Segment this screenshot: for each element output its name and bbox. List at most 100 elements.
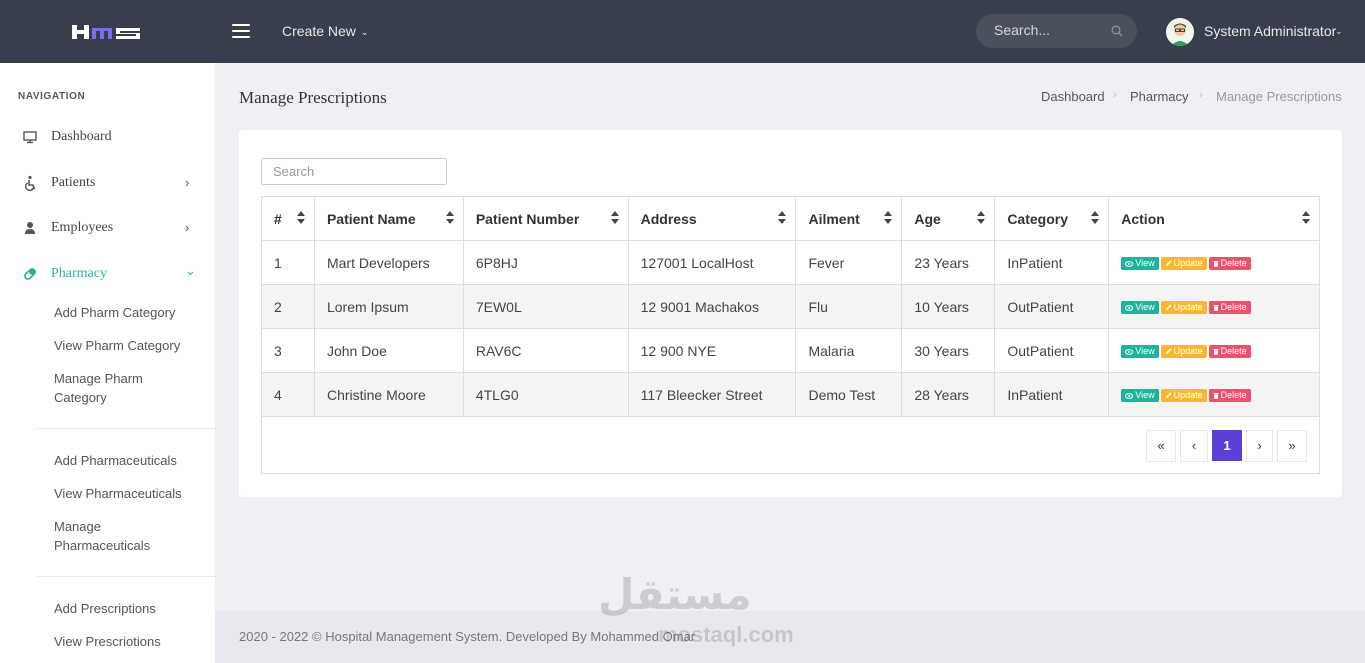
cell-address: 12 900 NYE	[627, 328, 797, 373]
hms-logo[interactable]	[70, 22, 144, 42]
monitor-icon	[23, 131, 37, 144]
cell-address: 127001 LocalHost	[627, 240, 797, 285]
update-button[interactable]: Update	[1160, 345, 1207, 359]
pagination-prev[interactable]: ‹	[1180, 430, 1208, 462]
chevron-down-icon: ⌄	[185, 263, 196, 278]
divider	[36, 428, 215, 429]
trash-icon	[1213, 258, 1221, 268]
nav-heading: NAVIGATION	[18, 91, 86, 102]
update-button[interactable]: Update	[1160, 301, 1207, 315]
footer: 2020 - 2022 © Hospital Management System…	[215, 611, 1365, 663]
prescriptions-table: # Patient Name Patient Number Address Ai…	[261, 196, 1320, 417]
cell-patient-number: 6P8HJ	[462, 240, 629, 285]
table-row: 3 John Doe RAV6C 12 900 NYE Malaria 30 Years O…	[261, 328, 1320, 373]
footer-text: 2020 - 2022 © Hospital Management System…	[239, 629, 696, 644]
trash-icon	[1213, 302, 1221, 312]
column-header-category[interactable]: Category	[994, 196, 1110, 241]
cell-action: View Update Delete	[1108, 284, 1320, 329]
column-header-ailment[interactable]: Ailment	[795, 196, 903, 241]
trash-icon	[1213, 346, 1221, 356]
delete-button[interactable]: Delete	[1208, 389, 1251, 403]
eye-icon	[1125, 346, 1135, 356]
cell-patient-name: John Doe	[313, 328, 464, 373]
sidebar-sub-add-prescriptions[interactable]: Add Prescriptions	[54, 599, 204, 618]
chevron-down-icon: ⌄	[1335, 26, 1343, 36]
sort-icon	[1302, 211, 1310, 225]
sidebar-sub-add-pharmaceuticals[interactable]: Add Pharmaceuticals	[54, 451, 204, 470]
cell-category: OutPatient	[994, 328, 1110, 373]
update-label: Update	[1173, 302, 1203, 313]
column-header-address[interactable]: Address	[627, 196, 797, 241]
sort-icon	[445, 211, 454, 225]
pagination-next[interactable]: ›	[1246, 430, 1273, 462]
cell-patient-name: Mart Developers	[313, 240, 464, 285]
search-icon[interactable]	[1111, 25, 1123, 37]
table-row: 1 Mart Developers 6P8HJ 127001 LocalHost Fev…	[261, 240, 1320, 285]
sidebar-sub-view-pharm-category[interactable]: View Pharm Category	[54, 336, 204, 355]
breadcrumb-pharmacy[interactable]: Pharmacy	[1130, 89, 1189, 104]
update-label: Update	[1173, 258, 1203, 269]
eye-icon	[1125, 258, 1135, 268]
hamburger-menu-icon[interactable]	[232, 24, 250, 38]
sidebar-item-pharmacy[interactable]: Pharmacy ⌄	[0, 259, 215, 289]
update-label: Update	[1173, 346, 1203, 357]
sort-icon	[1091, 211, 1100, 225]
avatar	[1166, 18, 1194, 46]
cell-age: 23 Years	[901, 240, 996, 285]
view-label: View	[1135, 302, 1155, 313]
column-header-patient-name[interactable]: Patient Name	[313, 196, 464, 241]
update-button[interactable]: Update	[1160, 389, 1207, 403]
sort-icon	[610, 211, 619, 225]
column-label: Category	[1007, 210, 1068, 227]
create-new-dropdown[interactable]: Create New ⌄	[282, 23, 368, 39]
cell-patient-number: 7EW0L	[462, 284, 629, 329]
delete-button[interactable]: Delete	[1208, 345, 1251, 359]
table-search-input[interactable]	[273, 164, 433, 179]
cell-age: 30 Years	[901, 328, 996, 373]
trash-icon	[1213, 390, 1221, 400]
view-button[interactable]: View	[1121, 345, 1159, 359]
view-button[interactable]: View	[1121, 257, 1159, 271]
update-button[interactable]: Update	[1160, 257, 1207, 271]
cell-row-number: 2	[261, 284, 315, 329]
column-label: Action	[1121, 210, 1165, 227]
sidebar-sub-view-pharmaceuticals[interactable]: View Pharmaceuticals	[54, 484, 204, 503]
view-button[interactable]: View	[1121, 301, 1159, 315]
sidebar-item-patients[interactable]: Patients ›	[0, 168, 215, 198]
sidebar-sub-view-prescriptions[interactable]: View Prescriotions	[54, 632, 204, 651]
chevron-right-icon: ›	[185, 220, 190, 235]
view-button[interactable]: View	[1121, 389, 1159, 403]
column-label: Patient Name	[326, 210, 416, 227]
cell-row-number: 1	[261, 240, 315, 285]
sidebar-item-dashboard[interactable]: Dashboard	[0, 122, 215, 152]
column-header-age[interactable]: Age	[901, 196, 996, 241]
pencil-icon	[1165, 258, 1174, 268]
breadcrumb-current: Manage Prescriptions	[1216, 89, 1342, 104]
cell-ailment: Flu	[795, 284, 903, 329]
top-search-input[interactable]	[994, 22, 1104, 38]
page-title: Manage Prescriptions	[239, 88, 387, 107]
column-header-number[interactable]: #	[261, 196, 315, 241]
column-header-patient-number[interactable]: Patient Number	[462, 196, 629, 241]
sidebar-sub-manage-pharm-category[interactable]: Manage Pharm Category	[54, 369, 164, 407]
column-label: #	[274, 210, 282, 227]
sidebar-item-employees[interactable]: Employees ›	[0, 213, 215, 243]
cell-address: 117 Bleecker Street	[627, 372, 797, 417]
breadcrumb-dashboard[interactable]: Dashboard	[1041, 89, 1105, 104]
view-label: View	[1135, 258, 1155, 269]
pagination-first[interactable]: «	[1146, 430, 1176, 462]
delete-button[interactable]: Delete	[1208, 301, 1251, 315]
pagination-page[interactable]: 1	[1212, 430, 1242, 461]
pagination-last[interactable]: »	[1277, 430, 1307, 462]
sidebar-sub-add-pharm-category[interactable]: Add Pharm Category	[54, 303, 204, 322]
column-label: Ailment	[808, 210, 860, 227]
topbar: Create New ⌄ System Administrator ⌄	[0, 0, 1365, 63]
delete-button[interactable]: Delete	[1208, 257, 1251, 271]
sidebar: NAVIGATION Dashboard Patients › Employee…	[0, 63, 215, 663]
cell-patient-name: Christine Moore	[313, 372, 464, 417]
cell-patient-number: 4TLG0	[462, 372, 629, 417]
column-header-action[interactable]: Action	[1108, 196, 1320, 241]
sort-icon	[778, 211, 787, 225]
sidebar-item-label: Patients	[51, 175, 96, 190]
sidebar-sub-manage-pharmaceuticals[interactable]: Manage Pharmaceuticals	[54, 517, 164, 555]
